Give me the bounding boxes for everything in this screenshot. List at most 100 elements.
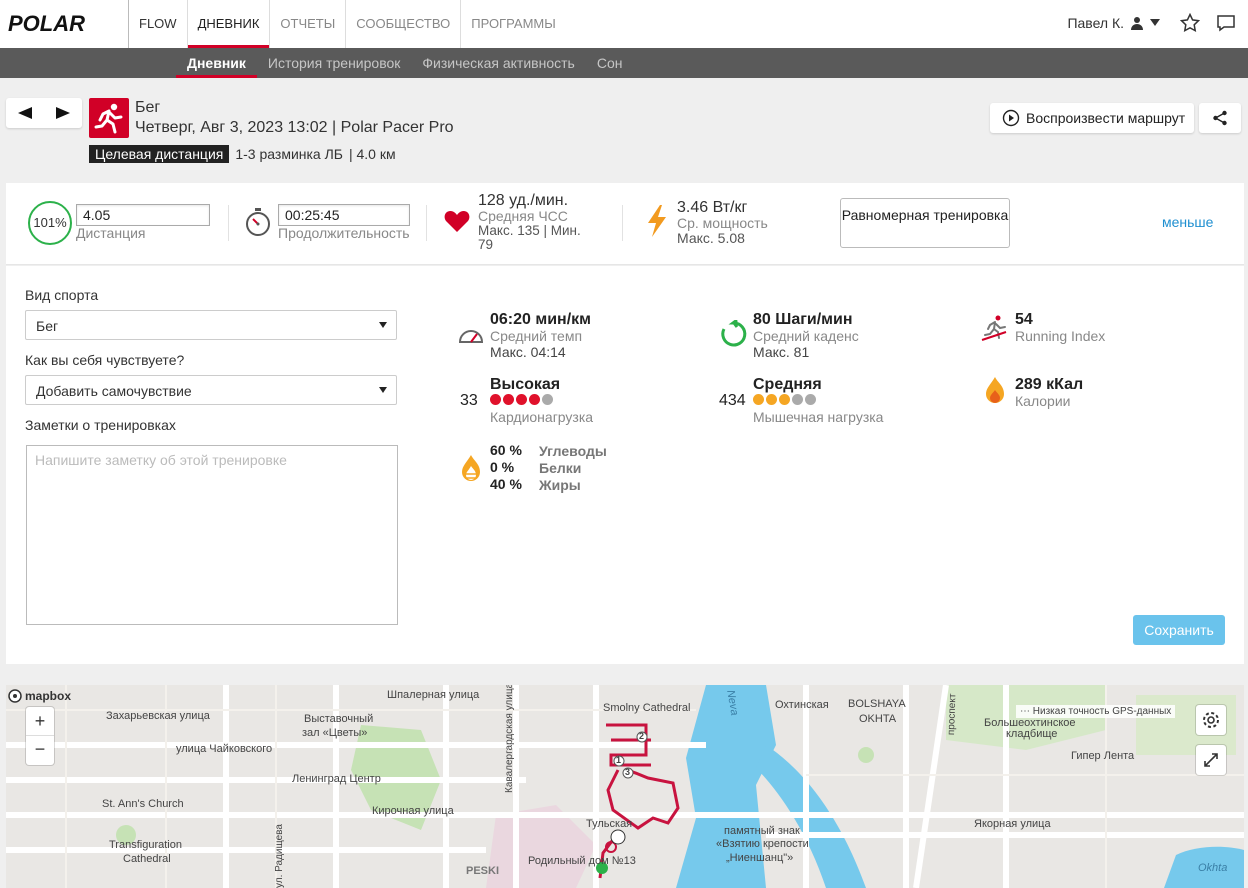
muscle-load-value: Средняя	[753, 376, 822, 393]
subnav-sleep[interactable]: Сон	[586, 48, 634, 78]
map-label: ул. Радищева	[274, 824, 285, 888]
gps-dots-icon: ⋯	[1020, 706, 1033, 717]
map-label: кладбище	[1006, 728, 1058, 740]
load-level-dot	[529, 394, 540, 405]
mapbox-text: mapbox	[25, 689, 72, 703]
feeling-label: Как вы себя чувствуете?	[25, 352, 185, 368]
subnav-diary[interactable]: Дневник	[176, 48, 257, 78]
map-label: „Ниеншанц"»	[726, 852, 794, 864]
feeling-value: Добавить самочувствие	[36, 383, 192, 399]
calories-label: Калории	[1015, 393, 1071, 409]
load-level-dot	[779, 394, 790, 405]
distance-input[interactable]: 4.05	[76, 204, 210, 226]
map-settings-button[interactable]	[1196, 705, 1226, 735]
avg-pace-label: Средний темп	[490, 328, 583, 344]
session-sport-title: Бег	[135, 99, 161, 116]
cadence-max: Макс. 81	[753, 344, 810, 360]
load-level-dot	[542, 394, 553, 405]
carbs-percent: 60 %	[490, 442, 522, 458]
zoom-in-button[interactable]: +	[26, 707, 54, 736]
avg-power-label: Ср. мощность	[677, 215, 768, 231]
load-level-dot	[516, 394, 527, 405]
mapbox-icon	[8, 689, 22, 703]
map-fullscreen-button[interactable]	[1196, 745, 1226, 775]
divider	[426, 205, 427, 241]
map-label: Кавалергардская улица	[504, 685, 515, 793]
hr-max-min: Макс. 135 | Мин.	[478, 223, 581, 238]
session-datetime-device: Четверг, Авг 3, 2023 13:02 | Polar Pacer…	[135, 119, 454, 136]
session-pager	[6, 98, 82, 128]
avg-pace-value: 06:20 мин/км	[490, 311, 591, 328]
nav-community[interactable]: СООБЩЕСТВО	[345, 0, 460, 48]
nav-flow[interactable]: FLOW	[128, 0, 187, 48]
load-level-dot	[503, 394, 514, 405]
cardio-load-number: 33	[460, 392, 478, 409]
nav-programs[interactable]: ПРОГРАММЫ	[460, 0, 566, 48]
avg-cadence-value: 80 Шаги/мин	[753, 311, 853, 328]
show-less-link[interactable]: меньше	[1162, 214, 1213, 230]
muscle-load-label: Мышечная нагрузка	[753, 409, 884, 425]
muscle-load-dots	[753, 394, 818, 405]
route-map[interactable]: mapbox + − ⋯ Низкая точность GPS-данных …	[6, 685, 1244, 888]
lightning-power-icon	[648, 205, 666, 237]
route-marker-3: 3	[625, 767, 631, 777]
target-tag[interactable]: Целевая дистанция	[89, 145, 230, 163]
prev-arrow-icon[interactable]	[18, 107, 32, 119]
map-label: зал «Цветы»	[302, 727, 368, 739]
nav-reports[interactable]: ОТЧЕТЫ	[269, 0, 345, 48]
protein-label: Белки	[539, 460, 582, 476]
map-label: Кирочная улица	[372, 805, 454, 817]
save-button[interactable]: Сохранить	[1133, 615, 1225, 645]
map-label: Захарьевская улица	[106, 710, 210, 722]
map-label: Гипер Лента	[1071, 750, 1135, 762]
messages-icon[interactable]	[1216, 14, 1236, 32]
even-training-button[interactable]: Равномерная тренировка	[840, 198, 1010, 248]
map-label: Охтинская	[775, 699, 829, 711]
replay-route-button[interactable]: Воспроизвести маршрут	[990, 103, 1194, 133]
map-label: Выставочный	[304, 713, 374, 725]
zoom-out-button[interactable]: −	[26, 736, 54, 765]
running-index-icon	[981, 315, 1007, 341]
chevron-down-icon	[379, 322, 387, 328]
notes-textarea[interactable]: Напишите заметку об этой тренировке	[26, 445, 398, 625]
notes-label: Заметки о тренировках	[25, 417, 176, 433]
mapbox-logo[interactable]: mapbox	[6, 685, 86, 707]
power-max: Макс. 5.08	[677, 230, 745, 246]
feeling-select[interactable]: Добавить самочувствие	[25, 375, 397, 405]
duration-label: Продолжительность	[278, 225, 410, 241]
sport-type-select[interactable]: Бег	[25, 310, 397, 340]
fat-percent: 40 %	[490, 476, 522, 492]
nav-diary[interactable]: ДНЕВНИК	[186, 0, 270, 48]
user-menu[interactable]: Павел К.	[1067, 15, 1160, 31]
load-level-dot	[805, 394, 816, 405]
map-label: Шпалерная улица	[387, 689, 480, 701]
calories-value: 289 кКал	[1015, 376, 1084, 393]
favorites-star-icon[interactable]	[1180, 13, 1200, 33]
divider	[228, 205, 229, 241]
next-arrow-icon[interactable]	[56, 107, 70, 119]
replay-route-label: Воспроизвести маршрут	[1026, 110, 1186, 126]
speedometer-icon	[458, 330, 484, 343]
chevron-down-icon	[1150, 19, 1160, 26]
share-button[interactable]	[1199, 103, 1241, 133]
zoom-control: + −	[26, 707, 54, 765]
user-icon	[1131, 17, 1143, 30]
gps-accuracy-text: Низкая точность GPS-данных	[1032, 706, 1172, 717]
stopwatch-icon	[246, 208, 270, 236]
route-marker-1: 1	[616, 755, 622, 765]
sport-type-label: Вид спорта	[25, 287, 99, 303]
duration-input[interactable]: 00:25:45	[278, 204, 410, 226]
polar-logo[interactable]: POLAR	[8, 11, 85, 37]
distance-label: Дистанция	[76, 225, 146, 241]
divider	[622, 205, 623, 241]
subnav-history[interactable]: История тренировок	[257, 48, 411, 78]
map-label: PESKI	[466, 865, 500, 877]
load-level-dot	[490, 394, 501, 405]
sub-nav: Дневник История тренировок Физическая ак…	[0, 48, 1248, 78]
map-label: BOLSHAYA	[848, 698, 906, 710]
protein-percent: 0 %	[490, 459, 515, 475]
subnav-activity[interactable]: Физическая активность	[411, 48, 585, 78]
cadence-icon	[721, 320, 747, 347]
main-nav: FLOW ДНЕВНИК ОТЧЕТЫ СООБЩЕСТВО ПРОГРАММЫ	[128, 0, 566, 48]
target-info: Целевая дистанция 1-3 разминка ЛБ | 4.0 …	[89, 144, 396, 164]
